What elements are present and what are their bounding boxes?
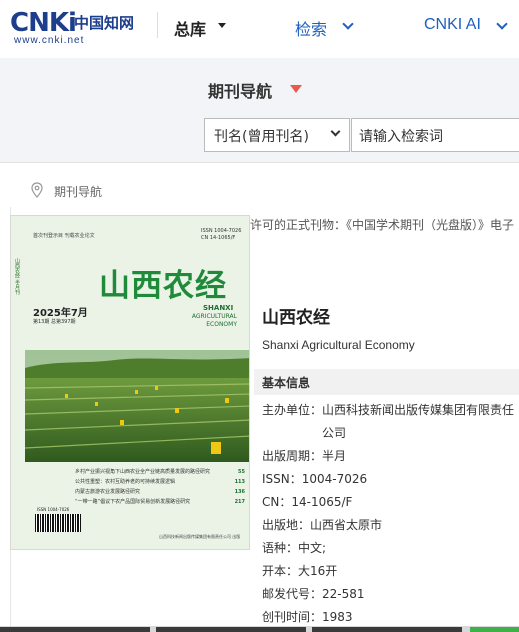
top-header: CNKi 中国知网 www.cnki.net 总库 检索 CNKI AI xyxy=(0,0,519,58)
nav-search-menu[interactable]: 检索 xyxy=(295,16,327,40)
cover-top-text: 首次刊登示目 刊载农业论文 xyxy=(33,233,95,239)
cover-content-line: “一带一路”倡议下农产品国际贸易创新发展路径研究 217 xyxy=(75,499,245,505)
info-field-sponsor: 主办单位：山西科技新闻出版传媒集团有限责任 xyxy=(262,403,515,417)
chevron-down-icon[interactable] xyxy=(496,18,508,30)
publication-notice: 许可的正式刊物：《中国学术期刊（光盘版）》电子 xyxy=(250,218,515,232)
cover-barcode xyxy=(35,514,81,532)
cover-english-1: SHANXI xyxy=(203,304,234,312)
search-field-select[interactable]: 刊名(曾用刊名) xyxy=(204,118,350,152)
cnki-logo[interactable]: CNKi 中国知网 www.cnki.net xyxy=(10,8,140,46)
info-field-postal-code: 邮发代号：22-581 xyxy=(262,587,365,601)
cover-content-line: 乡村产业振兴视角下山西农业全产业链高质量发展的路径研究 55 xyxy=(75,469,245,475)
taskbar-item[interactable] xyxy=(470,627,519,632)
info-field-place: 出版地：山西省太原市 xyxy=(262,518,383,532)
cover-content-line: 内蒙古旅游农业发展路径研究 136 xyxy=(75,489,245,495)
basic-info-header: 基本信息 xyxy=(254,369,519,395)
search-input[interactable]: 请输入检索词 xyxy=(351,118,519,152)
triangle-down-icon[interactable] xyxy=(290,85,302,93)
cover-spine-text: 山西农经 半月刊 xyxy=(14,258,20,295)
info-field-format: 开本：大16开 xyxy=(262,564,338,578)
caret-down-icon[interactable] xyxy=(218,23,226,28)
info-field-cn: CN：14-1065/F xyxy=(262,495,353,509)
cover-english-2: AGRICULTURAL ECONOMY xyxy=(191,313,237,328)
taskbar-item[interactable] xyxy=(312,627,462,632)
taskbar-strip xyxy=(0,626,519,632)
info-field-sponsor-cont: 公司 xyxy=(322,426,347,440)
cover-issn: ISSN 1004-7026 CN 14-1065/F xyxy=(201,228,241,242)
info-field-language: 语种：中文; xyxy=(262,541,327,555)
cover-publisher: 山西科技新闻出版传媒集团有限责任公司 出版 xyxy=(159,534,241,539)
taskbar-item[interactable] xyxy=(156,627,306,632)
cover-volume: 第13期 总第397期 xyxy=(33,319,76,325)
cover-barcode-text: ISSN 1004-7026 xyxy=(37,507,70,512)
cover-content-line: 公共性重塑：农村互助养老的可持续发展逻辑 113 xyxy=(75,479,245,485)
chevron-down-icon[interactable] xyxy=(342,18,354,30)
cover-contents: 乡村产业振兴视角下山西农业全产业链高质量发展的路径研究 55 公共性重塑：农村互助… xyxy=(75,467,245,507)
header-divider xyxy=(157,12,158,38)
cover-field-photo xyxy=(25,350,249,462)
location-pin-icon xyxy=(31,182,43,198)
nav-cnki-ai-menu[interactable]: CNKI AI xyxy=(424,16,481,34)
info-field-frequency: 出版周期：半月 xyxy=(262,449,347,463)
breadcrumb[interactable]: 期刊导航 xyxy=(54,183,102,200)
journal-title: 山西农经 xyxy=(262,308,330,328)
info-field-issn: ISSN：1004-7026 xyxy=(262,472,368,486)
cover-spine: 山西农经 半月刊 xyxy=(11,254,25,504)
journal-cover-image[interactable]: 首次刊登示目 刊载农业论文 ISSN 1004-7026 CN 14-1065/… xyxy=(10,215,250,550)
cover-issn-text: ISSN 1004-7026 xyxy=(201,228,242,234)
logo-url: www.cnki.net xyxy=(14,35,85,46)
taskbar-item[interactable] xyxy=(0,627,150,632)
journal-english-title: Shanxi Agricultural Economy xyxy=(262,338,415,352)
nav-zongku-menu[interactable]: 总库 xyxy=(174,16,206,40)
logo-mark: CNKi xyxy=(10,8,77,38)
journal-nav-title[interactable]: 期刊导航 xyxy=(208,78,272,102)
logo-chinese-name: 中国知网 xyxy=(74,14,135,32)
cover-cn-text: CN 14-1065/F xyxy=(201,235,236,241)
info-field-founded: 创刊时间：1983 xyxy=(262,610,353,624)
basic-info-label: 基本信息 xyxy=(262,376,311,390)
cover-date: 2025年7月 xyxy=(33,308,88,319)
cover-title: 山西农经 xyxy=(99,268,227,304)
